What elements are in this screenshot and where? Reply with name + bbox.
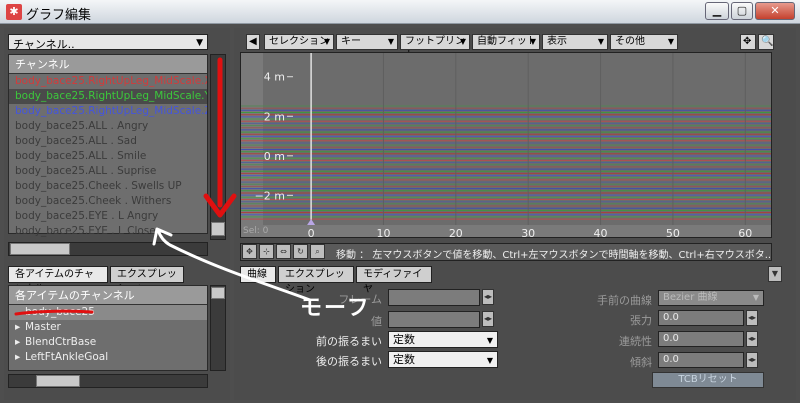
red-underline: [14, 309, 94, 316]
annotation-overlay: [14, 57, 312, 316]
white-arrow-shaft: [156, 228, 312, 302]
annotation-text: モーフ: [300, 296, 371, 321]
